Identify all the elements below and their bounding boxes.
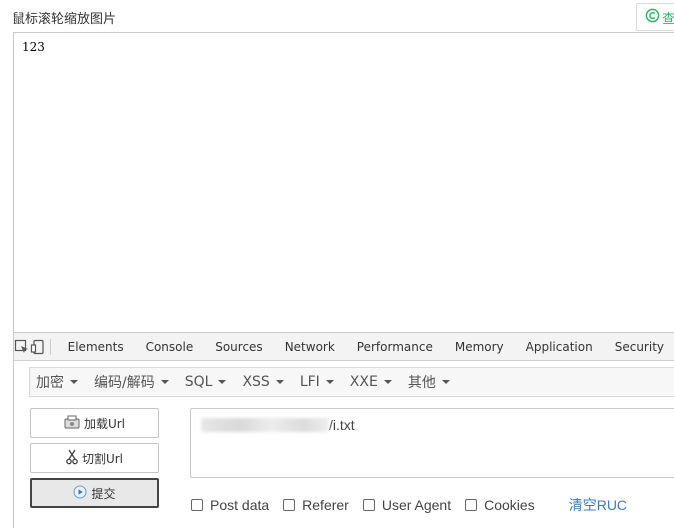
page-viewport: 123 — [13, 32, 674, 332]
inspect-element-icon[interactable] — [14, 333, 30, 361]
referer-checkbox[interactable] — [283, 499, 296, 511]
referer-label: Referer — [302, 497, 349, 513]
menu-xss[interactable]: XSS — [240, 374, 292, 390]
chevron-down-icon — [160, 380, 169, 384]
tab-security[interactable]: Security — [604, 333, 674, 361]
top-right-button[interactable]: 查 — [636, 3, 674, 31]
option-user-agent[interactable]: User Agent — [362, 497, 452, 513]
cookies-label: Cookies — [484, 497, 535, 513]
load-url-label: 加载Url — [83, 416, 126, 431]
user-agent-checkbox[interactable] — [362, 499, 375, 511]
chevron-down-icon — [383, 380, 392, 384]
image-zoom-hint: 鼠标滚轮缩放图片 — [12, 12, 117, 27]
clear-ruc-link[interactable]: 清空RUC — [569, 495, 627, 515]
menu-sql-label: SQL — [184, 374, 213, 390]
submit-label: 提交 — [91, 486, 116, 501]
load-url-button[interactable]: 加载Url — [30, 408, 159, 438]
menu-other[interactable]: 其他 — [406, 372, 459, 392]
tab-network[interactable]: Network — [274, 333, 346, 361]
tab-memory[interactable]: Memory — [444, 333, 515, 361]
url-visible-text: /i.txt — [329, 417, 355, 433]
tab-performance[interactable]: Performance — [346, 333, 444, 361]
menu-encode-decode-label: 编码/解码 — [94, 375, 155, 391]
menu-xxe-label: XXE — [349, 374, 378, 390]
user-agent-label: User Agent — [381, 497, 452, 513]
menu-xss-label: XSS — [242, 374, 270, 390]
menu-encode-decode[interactable]: 编码/解码 — [92, 372, 178, 392]
url-textarea[interactable]: /i.txt — [190, 408, 674, 478]
tab-elements[interactable]: Elements — [57, 333, 135, 361]
tab-sources[interactable]: Sources — [204, 333, 273, 361]
chevron-down-icon — [325, 380, 334, 384]
option-post-data[interactable]: Post data — [191, 497, 269, 513]
chevron-down-icon — [218, 380, 227, 384]
menu-xxe[interactable]: XXE — [348, 374, 401, 390]
menu-encrypt[interactable]: 加密 — [34, 372, 87, 392]
page-content: 123 — [22, 40, 45, 54]
chevron-down-icon — [70, 380, 78, 384]
load-icon — [64, 415, 80, 432]
request-options: Post data Referer User Agent Cookies 清空R… — [191, 495, 627, 515]
menu-encrypt-label: 加密 — [36, 375, 64, 391]
option-referer[interactable]: Referer — [283, 497, 349, 513]
menu-lfi[interactable]: LFI — [298, 374, 343, 390]
scissors-icon — [66, 449, 78, 468]
cookies-checkbox[interactable] — [465, 499, 478, 511]
chevron-down-icon — [441, 380, 450, 384]
menu-lfi-label: LFI — [299, 374, 320, 390]
menu-other-label: 其他 — [407, 375, 436, 391]
post-data-label: Post data — [210, 497, 270, 513]
submit-button[interactable]: 提交 — [30, 478, 159, 508]
tab-console[interactable]: Console — [135, 333, 205, 361]
hackbar-menu-bar: 加密 编码/解码 SQL XSS LFI XXE 其他 — [29, 367, 674, 397]
top-right-button-label: 查 — [662, 10, 674, 26]
menu-sql[interactable]: SQL — [183, 374, 236, 390]
split-url-button[interactable]: 切割Url — [30, 443, 159, 473]
device-toolbar-icon[interactable] — [30, 333, 46, 361]
split-url-label: 切割Url — [81, 451, 124, 466]
option-cookies[interactable]: Cookies — [465, 497, 535, 513]
devtools-panel: Elements Console Sources Network Perform… — [13, 332, 674, 528]
redacted-url-blur — [201, 418, 329, 432]
tab-application[interactable]: Application — [515, 333, 604, 361]
play-icon — [73, 485, 87, 502]
toolbar-divider — [50, 338, 51, 355]
chevron-down-icon — [275, 380, 284, 384]
devtools-tab-bar: Elements Console Sources Network Perform… — [14, 333, 674, 361]
c-circle-icon — [645, 8, 660, 26]
post-data-checkbox[interactable] — [191, 499, 203, 511]
